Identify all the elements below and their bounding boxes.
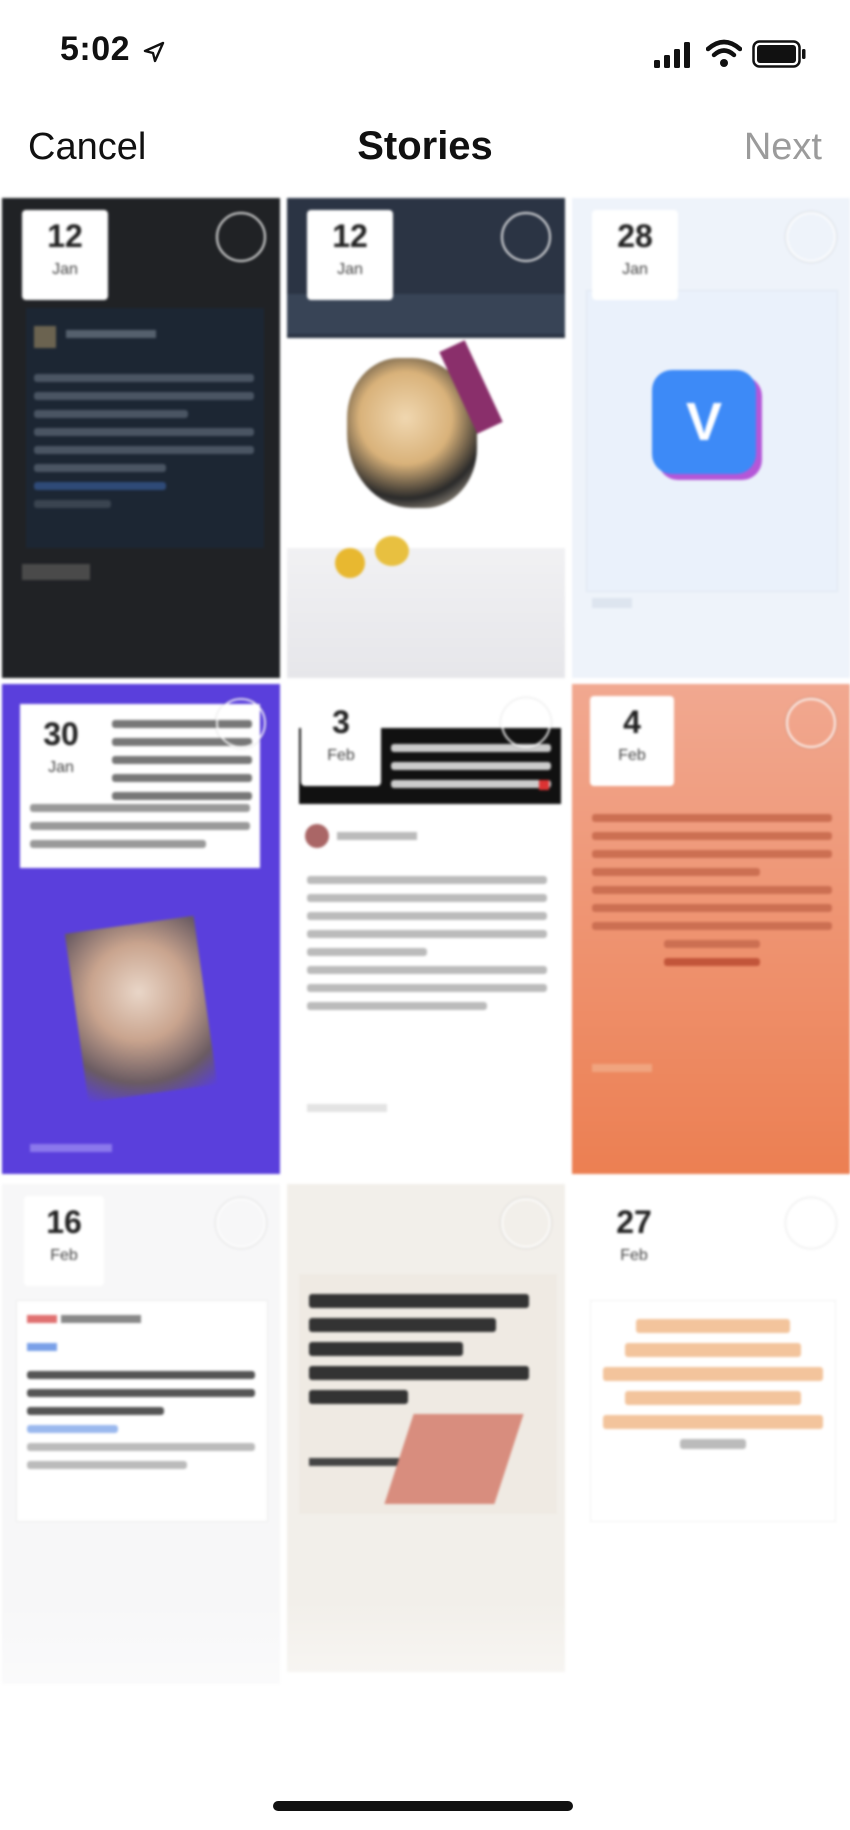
quote-card-thumbnail (590, 1300, 836, 1522)
badge-day: 4 (623, 704, 641, 740)
story-date-badge: 12 Jan (307, 210, 393, 300)
badge-month: Jan (337, 261, 363, 278)
badge-month: Feb (620, 1247, 648, 1264)
select-circle[interactable] (501, 698, 551, 748)
venmo-logo-letter: V (685, 392, 723, 452)
select-circle[interactable] (786, 698, 836, 748)
story-tile[interactable] (287, 1184, 565, 1672)
select-circle[interactable] (786, 1198, 836, 1248)
badge-month: Feb (50, 1247, 78, 1264)
story-date-badge: 4 Feb (590, 696, 674, 786)
story-date-badge: 27 Feb (594, 1196, 674, 1286)
story-date-badge: 16 Feb (24, 1196, 104, 1286)
battery-icon (752, 40, 806, 68)
badge-month: Feb (618, 747, 646, 764)
story-tile[interactable]: 4 Feb (572, 684, 850, 1174)
badge-day: 16 (46, 1204, 82, 1240)
badge-month: Jan (622, 261, 648, 278)
story-date-badge: 30 Jan (28, 708, 94, 792)
badge-month: Feb (327, 747, 355, 764)
badge-day: 28 (617, 218, 653, 254)
status-bar: 5:02 (0, 0, 850, 110)
stories-grid: 12 Jan 12 Jan V 28 Jan 30 Jan 3 Feb 4 Fe… (0, 192, 850, 1684)
select-circle[interactable] (786, 212, 836, 262)
cellular-signal-icon (654, 42, 690, 68)
status-time: 5:02 (60, 30, 131, 68)
badge-day: 3 (332, 704, 350, 740)
article-card-thumbnail (16, 1300, 268, 1522)
select-circle[interactable] (216, 212, 266, 262)
select-circle[interactable] (216, 1198, 266, 1248)
story-tile[interactable]: 27 Feb (572, 1184, 850, 1684)
select-circle[interactable] (501, 212, 551, 262)
home-indicator[interactable] (273, 1801, 573, 1811)
navigation-bar: Cancel Stories Next (0, 110, 850, 194)
badge-month: Jan (52, 261, 78, 278)
story-date-badge: 12 Jan (22, 210, 108, 300)
story-tile[interactable]: 30 Jan (2, 684, 280, 1174)
story-tile[interactable]: 3 Feb (287, 684, 565, 1174)
badge-day: 12 (332, 218, 368, 254)
tweet-card-thumbnail (26, 308, 264, 548)
badge-day: 30 (43, 716, 79, 752)
quote-card-thumbnail (299, 1274, 557, 1514)
story-tile[interactable]: 12 Jan (287, 198, 565, 678)
badge-month: Jan (48, 759, 74, 776)
venmo-logo-icon: V (652, 370, 756, 474)
story-photo (287, 338, 565, 548)
next-button[interactable]: Next (744, 126, 822, 169)
wifi-icon (706, 39, 742, 67)
page-title: Stories (357, 124, 493, 168)
badge-day: 27 (616, 1204, 652, 1240)
story-date-badge: 28 Jan (592, 210, 678, 300)
story-date-badge: 3 Feb (301, 696, 381, 786)
story-tile[interactable]: V 28 Jan (572, 198, 850, 678)
story-tile[interactable]: 12 Jan (2, 198, 280, 678)
select-circle[interactable] (501, 1198, 551, 1248)
location-arrow-icon (143, 41, 165, 63)
story-tile[interactable]: 16 Feb (2, 1184, 280, 1684)
badge-day: 12 (47, 218, 83, 254)
select-circle[interactable] (216, 698, 266, 748)
